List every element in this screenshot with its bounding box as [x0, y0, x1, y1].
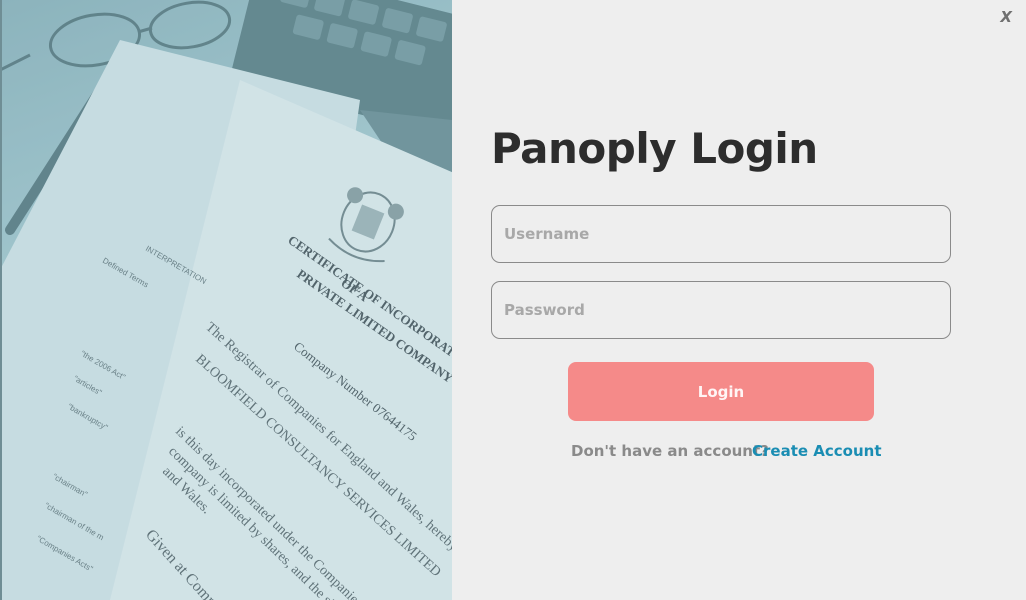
- documents-illustration: CERTIFICATE OF INCORPORATION OF A PRIVAT…: [0, 0, 452, 600]
- page-title: Panoply Login: [491, 124, 818, 173]
- background-photo: CERTIFICATE OF INCORPORATION OF A PRIVAT…: [0, 0, 452, 600]
- password-input[interactable]: [491, 281, 951, 339]
- username-input[interactable]: [491, 205, 951, 263]
- create-account-link[interactable]: Create Account: [752, 442, 882, 460]
- window-edge: [0, 0, 2, 600]
- login-button[interactable]: Login: [568, 362, 874, 421]
- close-button[interactable]: X: [1000, 8, 1012, 26]
- login-window: CERTIFICATE OF INCORPORATION OF A PRIVAT…: [0, 0, 1026, 600]
- signup-prompt: Don't have an account?: [571, 442, 769, 460]
